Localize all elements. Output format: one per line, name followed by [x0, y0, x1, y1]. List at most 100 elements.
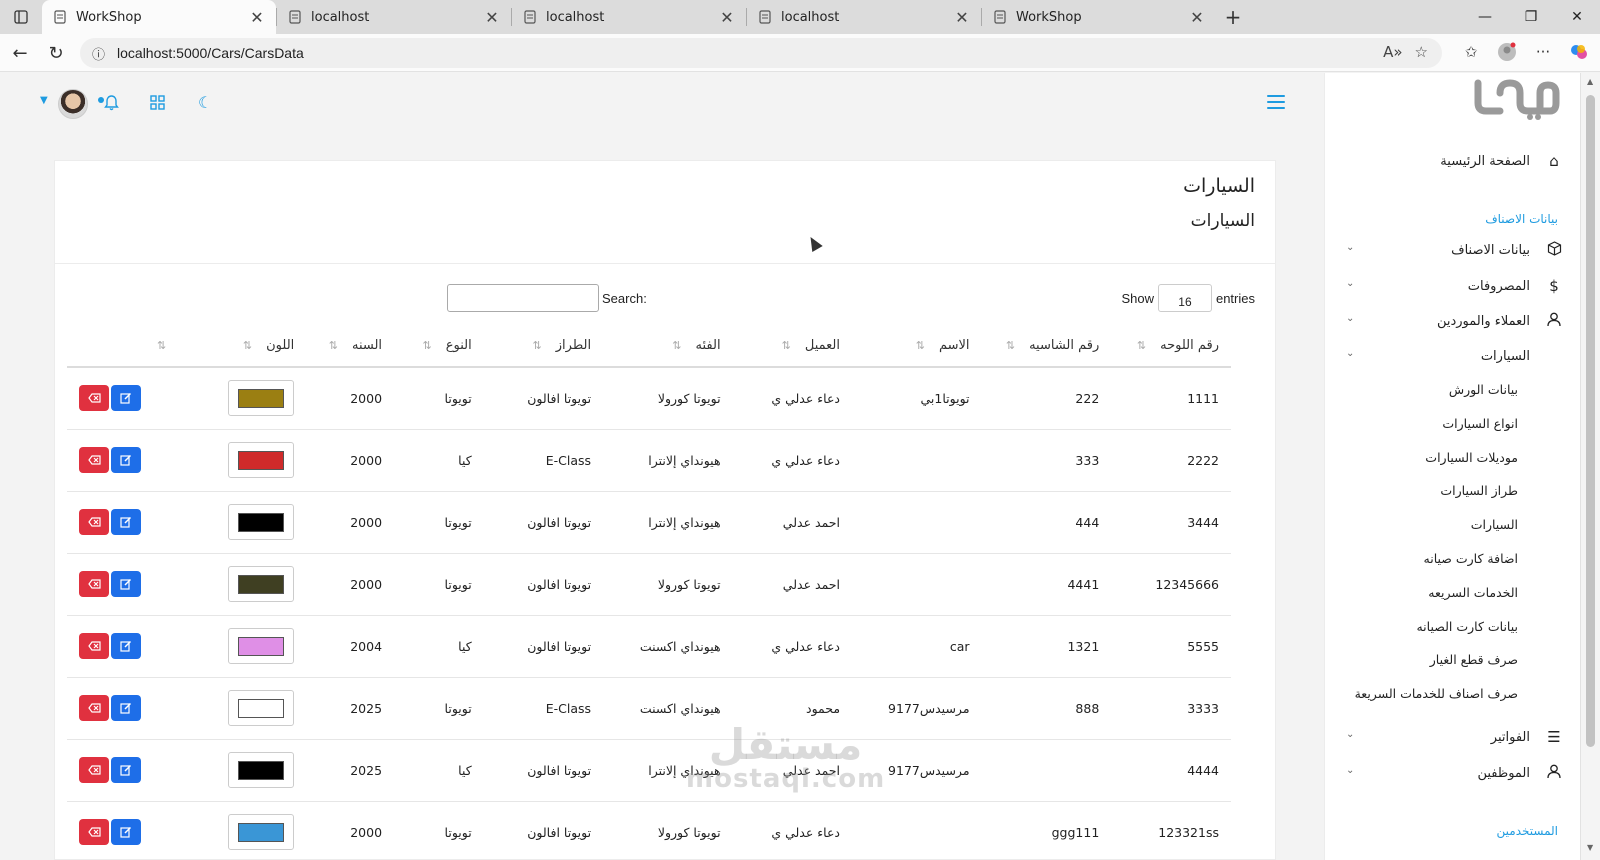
sidebar-group-item[interactable]: العملاء والموردين ⌄: [1325, 307, 1580, 335]
sort-icon[interactable]: ⇅: [243, 339, 252, 352]
sort-icon[interactable]: ⇅: [329, 339, 338, 352]
close-window-icon[interactable]: ✕: [1554, 0, 1600, 34]
browser-tab[interactable]: localhost ✕: [277, 0, 511, 34]
table-row[interactable]: 3444 444 احمد عدلي هيونداي إلانترا تويوتا اف…: [67, 491, 1231, 554]
sidebar-group-item[interactable]: ☰ الفواتير ⌄: [1325, 723, 1580, 751]
apps-grid-icon[interactable]: [150, 95, 165, 114]
browser-tab[interactable]: WorkShop ✕: [982, 0, 1216, 34]
search-input[interactable]: [447, 284, 599, 312]
edit-button[interactable]: [111, 447, 141, 473]
chevron-down-icon[interactable]: ▼: [40, 95, 48, 106]
table-row[interactable]: 123321ss ggg111 دعاء عدلي ي تويوتا كورولا تو…: [67, 801, 1231, 860]
user-avatar[interactable]: [58, 89, 88, 119]
sidebar-group-item[interactable]: السيارات ⌄: [1325, 342, 1580, 370]
restore-icon[interactable]: ❐: [1508, 0, 1554, 34]
delete-button[interactable]: [79, 633, 109, 659]
column-header[interactable]: رقم الشاسيه ⇅: [981, 324, 1112, 368]
column-header[interactable]: رقم اللوحه ⇅: [1111, 324, 1231, 368]
tab-actions-icon[interactable]: [0, 0, 42, 34]
sidebar-subitem[interactable]: انواع السيارات: [1442, 416, 1518, 431]
site-info-icon[interactable]: ⓘ: [92, 44, 105, 63]
sort-icon[interactable]: ⇅: [916, 339, 925, 352]
dark-mode-icon[interactable]: ☾: [198, 93, 212, 112]
app-logo[interactable]: [1470, 73, 1560, 132]
column-header[interactable]: اللون ⇅: [192, 324, 307, 368]
edit-button[interactable]: [111, 509, 141, 535]
edit-button[interactable]: [111, 633, 141, 659]
edit-button[interactable]: [111, 819, 141, 845]
sort-icon[interactable]: ⇅: [782, 339, 791, 352]
sort-icon[interactable]: ⇅: [1006, 339, 1015, 352]
table-row[interactable]: 4444 مرسيدس9177 احمد عدلي هيونداي إلانترا تو…: [67, 739, 1231, 802]
favorite-star-icon[interactable]: ☆: [1415, 43, 1428, 61]
entries-input[interactable]: 16: [1157, 284, 1212, 312]
browser-tab[interactable]: WorkShop ✕: [42, 0, 276, 34]
sidebar-subitem[interactable]: طراز السيارات: [1440, 483, 1518, 498]
table-row[interactable]: 2222 333 دعاء عدلي ي هيونداي إلانترا E-Class…: [67, 429, 1231, 492]
delete-button[interactable]: [79, 509, 109, 535]
close-tab-icon[interactable]: ✕: [953, 8, 971, 27]
profile-icon[interactable]: [1494, 38, 1520, 66]
close-tab-icon[interactable]: ✕: [248, 8, 266, 27]
url-text[interactable]: localhost:5000/Cars/CarsData: [117, 45, 304, 61]
delete-button[interactable]: [79, 695, 109, 721]
column-header[interactable]: السنه ⇅: [306, 324, 395, 368]
delete-button[interactable]: [79, 571, 109, 597]
delete-button[interactable]: [79, 447, 109, 473]
close-tab-icon[interactable]: ✕: [1188, 8, 1206, 27]
sidebar-subitem[interactable]: صرف قطع الغيار: [1430, 652, 1518, 667]
column-header[interactable]: ⇅: [67, 324, 193, 368]
delete-button[interactable]: [79, 757, 109, 783]
browser-tab[interactable]: localhost ✕: [512, 0, 746, 34]
browser-tab[interactable]: localhost ✕: [747, 0, 981, 34]
edit-button[interactable]: [111, 571, 141, 597]
edit-button[interactable]: [111, 757, 141, 783]
sidebar-group-item[interactable]: $ المصروفات ⌄: [1325, 272, 1580, 300]
sort-icon[interactable]: ⇅: [423, 339, 432, 352]
notification-bell-icon[interactable]: [104, 95, 119, 115]
address-bar[interactable]: ⓘ localhost:5000/Cars/CarsData A» ☆: [80, 38, 1442, 68]
more-menu-icon[interactable]: ···: [1530, 38, 1556, 66]
sidebar-subitem[interactable]: صرف اصناف للخدمات السريعة: [1355, 686, 1518, 701]
menu-toggle-icon[interactable]: [1267, 95, 1285, 113]
scroll-up-icon[interactable]: ▲: [1587, 77, 1593, 86]
sort-icon[interactable]: ⇅: [157, 339, 166, 352]
read-aloud-icon[interactable]: A»: [1383, 43, 1402, 61]
refresh-icon[interactable]: ↻: [38, 35, 74, 71]
new-tab-button[interactable]: +: [1216, 5, 1250, 29]
sidebar-subitem[interactable]: اضافة كارت صيانه: [1424, 551, 1518, 566]
page-scrollbar[interactable]: ▲ ▼: [1580, 73, 1600, 860]
scrollbar-thumb[interactable]: [1586, 95, 1595, 747]
delete-button[interactable]: [79, 385, 109, 412]
back-icon[interactable]: ←: [2, 35, 38, 71]
column-header[interactable]: الاسم ⇅: [852, 324, 982, 368]
table-row[interactable]: 12345666 4441 احمد عدلي تويوتا كورولا تويوتا…: [67, 553, 1231, 616]
sidebar-item-home[interactable]: ⌂ الصفحة الرئيسية: [1325, 147, 1580, 175]
sort-icon[interactable]: ⇅: [533, 339, 542, 352]
column-header[interactable]: العميل ⇅: [732, 324, 853, 368]
column-header[interactable]: الطراز ⇅: [483, 324, 604, 368]
sidebar-group-item[interactable]: بيانات الاصناف ⌄: [1325, 236, 1580, 264]
delete-button[interactable]: [79, 819, 109, 845]
table-row[interactable]: 3333 888 مرسيدس9177 محمود هيونداي اكسنت E-Cla…: [67, 677, 1231, 740]
scroll-down-icon[interactable]: ▼: [1587, 843, 1593, 852]
sidebar-subitem[interactable]: الخدمات السريعه: [1428, 585, 1518, 600]
close-tab-icon[interactable]: ✕: [718, 8, 736, 27]
sort-icon[interactable]: ⇅: [1137, 339, 1146, 352]
sort-icon[interactable]: ⇅: [672, 339, 681, 352]
close-tab-icon[interactable]: ✕: [483, 8, 501, 27]
copilot-icon[interactable]: [1566, 38, 1592, 66]
minimize-icon[interactable]: —: [1462, 0, 1508, 34]
sidebar-subitem[interactable]: بيانات الورش: [1449, 382, 1518, 397]
table-row[interactable]: 5555 1321 car دعاء عدلي ي هيونداي اكسنت تويوت…: [67, 615, 1231, 678]
table-row[interactable]: 1111 222 تويوتا1بي دعاء عدلي ي تويوتا كورولا…: [67, 367, 1231, 430]
sidebar-group-item[interactable]: الموظفين ⌄: [1325, 759, 1580, 787]
sidebar-subitem[interactable]: بيانات كارت الصيانه: [1416, 619, 1518, 634]
favorites-icon[interactable]: ✩: [1458, 38, 1484, 66]
column-header[interactable]: النوع ⇅: [394, 324, 484, 368]
column-header[interactable]: الفئه ⇅: [603, 324, 733, 368]
edit-button[interactable]: [111, 695, 141, 721]
edit-button[interactable]: [111, 385, 141, 412]
sidebar-subitem[interactable]: السيارات: [1471, 517, 1518, 532]
sidebar-subitem[interactable]: موديلات السيارات: [1425, 450, 1518, 465]
